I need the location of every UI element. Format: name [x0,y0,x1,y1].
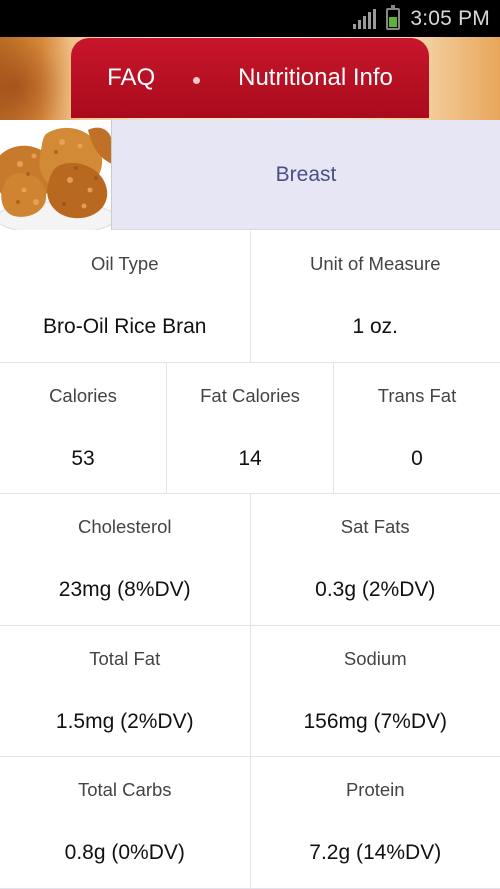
nutrition-grid: Oil Type Bro-Oil Rice Bran Unit of Measu… [0,231,500,889]
trans-fat-value: 0 [411,446,423,470]
calories-cell: Calories 53 [0,362,167,494]
grid-row: Total Carbs 0.8g (0%DV) Protein 7.2g (14… [0,757,500,889]
unit-of-measure-value: 1 oz. [352,315,399,338]
product-name: Breast [275,163,337,186]
faq-link[interactable]: FAQ [107,64,155,92]
cholesterol-cell: Cholesterol 23mg (8%DV) [0,494,251,625]
sat-fats-value: 0.3g (2%DV) [315,578,436,602]
fat-calories-cell: Fat Calories 14 [167,362,334,494]
sodium-label: Sodium [343,647,407,669]
sat-fats-cell: Sat Fats 0.3g (2%DV) [251,494,500,625]
unit-of-measure-label: Unit of Measure [309,253,441,274]
sat-fats-label: Sat Fats [340,516,410,538]
oil-type-value: Bro-Oil Rice Bran [43,315,207,338]
unit-of-measure-cell: Unit of Measure 1 oz. [251,231,500,362]
battery-icon [386,4,401,30]
cholesterol-label: Cholesterol [77,516,172,538]
product-row: Breast [0,120,500,230]
protein-label: Protein [345,779,405,801]
total-fat-cell: Total Fat 1.5mg (2%DV) [0,625,251,757]
grid-row: Calories 53 Fat Calories 14 Trans Fat 0 [0,362,500,495]
nutritional-info-link[interactable]: Nutritional Info [238,64,393,92]
total-fat-label: Total Fat [89,647,161,669]
nav-separator-dot [193,76,201,84]
battery-level [389,16,398,27]
total-carbs-value: 0.8g (0%DV) [64,841,185,865]
total-carbs-label: Total Carbs [77,779,172,801]
trans-fat-label: Trans Fat [377,384,457,406]
total-carbs-cell: Total Carbs 0.8g (0%DV) [0,757,251,888]
cholesterol-value: 23mg (8%DV) [58,578,191,602]
sodium-value: 156mg (7%DV) [303,709,448,733]
fat-calories-value: 14 [238,446,262,470]
protein-cell: Protein 7.2g (14%DV) [251,757,500,888]
nav-tab-bar: FAQ Nutritional Info [71,38,429,118]
grid-row: Total Fat 1.5mg (2%DV) Sodium 156mg (7%D… [0,625,500,758]
status-time: 3:05 PM [410,6,490,30]
total-fat-value: 1.5mg (2%DV) [55,709,194,733]
status-bar: 3:05 PM [0,0,500,37]
trans-fat-cell: Trans Fat 0 [334,363,500,494]
sodium-cell: Sodium 156mg (7%DV) [251,626,500,757]
fat-calories-label: Fat Calories [200,384,300,406]
oil-type-cell: Oil Type Bro-Oil Rice Bran [0,231,251,362]
calories-value: 53 [71,446,95,470]
calories-label: Calories [49,384,117,406]
oil-type-label: Oil Type [90,253,159,274]
signal-icon [353,8,377,29]
grid-row: Cholesterol 23mg (8%DV) Sat Fats 0.3g (2… [0,494,500,626]
protein-value: 7.2g (14%DV) [309,841,442,865]
grid-row: Oil Type Bro-Oil Rice Bran Unit of Measu… [0,231,500,363]
status-icons: 3:05 PM [353,0,490,37]
fried-chicken-image [0,120,112,230]
